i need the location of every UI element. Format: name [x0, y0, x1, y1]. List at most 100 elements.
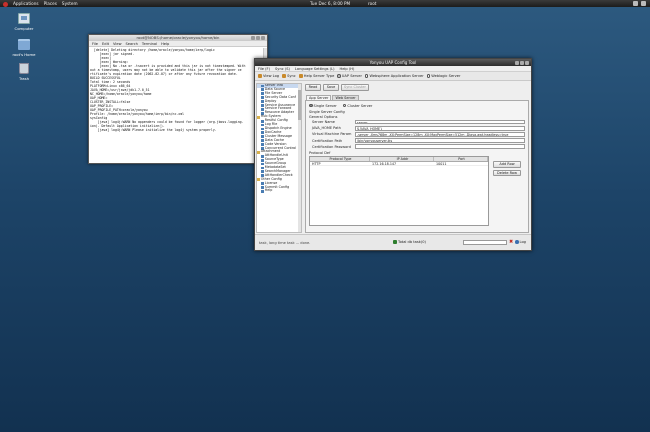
desktop-icon-label: Trash [18, 76, 30, 81]
terminal-output[interactable]: [delete] Deleting directory /home/oracle… [89, 48, 263, 163]
system-menu[interactable]: System [62, 0, 78, 7]
volume-icon[interactable] [641, 1, 646, 6]
vm-params-input[interactable]: -server -Xms768m -XX:PermSize=128m -XX:M… [355, 132, 525, 137]
cert-path-input[interactable]: /bin/yonyouserver.jks [355, 138, 525, 144]
folder-icon [257, 178, 260, 182]
config-titlebar[interactable]: Yonyou UAP Config Tool [255, 59, 531, 66]
menu-help[interactable]: Help [161, 41, 169, 46]
radio-cluster-server[interactable]: Cluster Server [342, 103, 373, 108]
menu-language[interactable]: Language Settings (L) [295, 66, 335, 71]
maximize-icon[interactable] [520, 60, 524, 65]
menu-edit[interactable]: Edit [102, 41, 109, 46]
delete-row-button[interactable]: Delete Row [493, 169, 521, 176]
terminal-title: root@NOBS:/home/oracle/yonyou/home/bin [136, 35, 220, 40]
total-db-task: Total db task(0) [393, 240, 426, 244]
table-cell[interactable]: 10011 [434, 162, 488, 166]
read-button[interactable]: Read [305, 84, 321, 91]
protocol-table[interactable]: Protocol Type IP Addr Port HTTP 172.16.1… [309, 156, 489, 226]
sync-label: Sync [287, 74, 296, 78]
config-node-icon [261, 170, 264, 174]
server-name-input[interactable]: server [355, 119, 525, 125]
maximize-icon[interactable] [256, 36, 260, 40]
menu-sync[interactable]: Sync (S) [275, 66, 290, 71]
table-row[interactable]: HTTP 172.16.18.147 10011 [310, 162, 488, 167]
menu-view[interactable]: View [113, 41, 122, 46]
network-icon[interactable] [633, 1, 638, 6]
scroll-thumb[interactable] [298, 90, 301, 120]
radio-icon [364, 74, 369, 78]
menu-file[interactable]: File [92, 41, 98, 46]
folder-icon [18, 39, 30, 50]
field-label: Certification Password [312, 144, 351, 149]
database-icon [393, 240, 397, 244]
log-label: Log [519, 240, 526, 244]
config-node-icon [261, 119, 264, 123]
config-node-icon [261, 154, 264, 158]
radio-uap-server[interactable]: UAP Server [337, 74, 362, 78]
table-cell[interactable]: HTTP [310, 162, 370, 166]
column-header[interactable]: Protocol Type [310, 157, 370, 161]
menu-terminal[interactable]: Terminal [142, 41, 157, 46]
config-node-icon [261, 143, 264, 146]
config-node-icon [261, 104, 264, 107]
folder-icon [257, 115, 260, 119]
help-icon [298, 74, 303, 78]
close-icon[interactable] [261, 36, 265, 40]
config-node-icon [261, 182, 264, 185]
panel-menu: Applications Places System [3, 0, 78, 7]
radio-label: Cluster Server [347, 103, 373, 108]
stop-icon[interactable]: ✖ [509, 239, 513, 245]
radio-label: Weblogic Server [431, 74, 461, 78]
redhat-logo-icon[interactable] [3, 1, 8, 7]
sync-button[interactable]: Sync [282, 74, 296, 78]
config-tree[interactable]: Server Info Data Source File Server Securit… [256, 83, 302, 233]
status-message: task, long time task ... done. [259, 241, 311, 245]
tree-scrollbar[interactable] [298, 84, 301, 232]
field-label: JAVA_HOME Path [312, 126, 341, 131]
trash-icon [19, 63, 29, 74]
user-menu[interactable]: root [368, 0, 376, 7]
add-row-button[interactable]: Add Row [493, 161, 521, 168]
menu-help[interactable]: Help (H) [340, 66, 355, 71]
clock[interactable]: Tue Dec 6, 8:00 PM [310, 0, 350, 7]
menu-search[interactable]: Search [126, 41, 138, 46]
config-node-icon [261, 190, 264, 193]
log-button[interactable]: Log [515, 240, 526, 244]
help-server-type-button[interactable]: Help Server Type [298, 74, 334, 78]
app-server-content: Single Server Cluster Server Single Serv… [305, 100, 529, 233]
status-bar: task, long time task ... done. Total db … [255, 234, 531, 250]
minimize-icon[interactable] [515, 60, 519, 65]
radio-weblogic[interactable]: Weblogic Server [426, 74, 461, 78]
tree-node[interactable]: Security Data Conf [257, 95, 301, 100]
desktop-icon-home[interactable]: root's Home [4, 39, 44, 57]
desktop-icon-trash[interactable]: Trash [4, 63, 44, 81]
config-tool-window[interactable]: Yonyou UAP Config Tool File (F) Sync (S)… [254, 58, 532, 251]
config-node-icon [261, 84, 264, 88]
cert-password-input[interactable] [355, 144, 525, 150]
places-menu[interactable]: Places [44, 0, 57, 7]
terminal-window[interactable]: root@NOBS:/home/oracle/yonyou/home/bin F… [88, 34, 268, 164]
section-protocol: Protocol Def [309, 151, 331, 156]
sync-cluster-button[interactable]: Sync Cluster [341, 84, 369, 91]
save-button[interactable]: Save [323, 84, 339, 91]
desktop-icon-computer[interactable]: Computer [4, 13, 44, 31]
close-icon[interactable] [525, 60, 529, 65]
applications-menu[interactable]: Applications [13, 0, 39, 7]
view-log-label: View Log [263, 74, 280, 78]
section-single-config: Single Server Config [309, 109, 345, 114]
java-home-input[interactable]: ${JAVA_HOME} [355, 125, 525, 131]
tree-node-label: Help [264, 188, 273, 193]
minimize-icon[interactable] [251, 36, 255, 40]
radio-single-server[interactable]: Single Server [309, 104, 337, 108]
column-header[interactable]: Port [434, 157, 488, 161]
view-log-button[interactable]: View Log [258, 74, 279, 78]
progress-bar [463, 239, 507, 245]
table-cell[interactable]: 172.16.18.147 [370, 162, 434, 166]
terminal-titlebar[interactable]: root@NOBS:/home/oracle/yonyou/home/bin [89, 35, 267, 41]
tree-node[interactable]: Help [257, 189, 301, 193]
folder-icon [257, 150, 260, 154]
radio-websphere[interactable]: Websphere Application Server [364, 74, 424, 78]
radio-label: Websphere Application Server [369, 74, 424, 78]
column-header[interactable]: IP Addr [370, 157, 434, 161]
menu-file[interactable]: File (F) [258, 66, 270, 71]
